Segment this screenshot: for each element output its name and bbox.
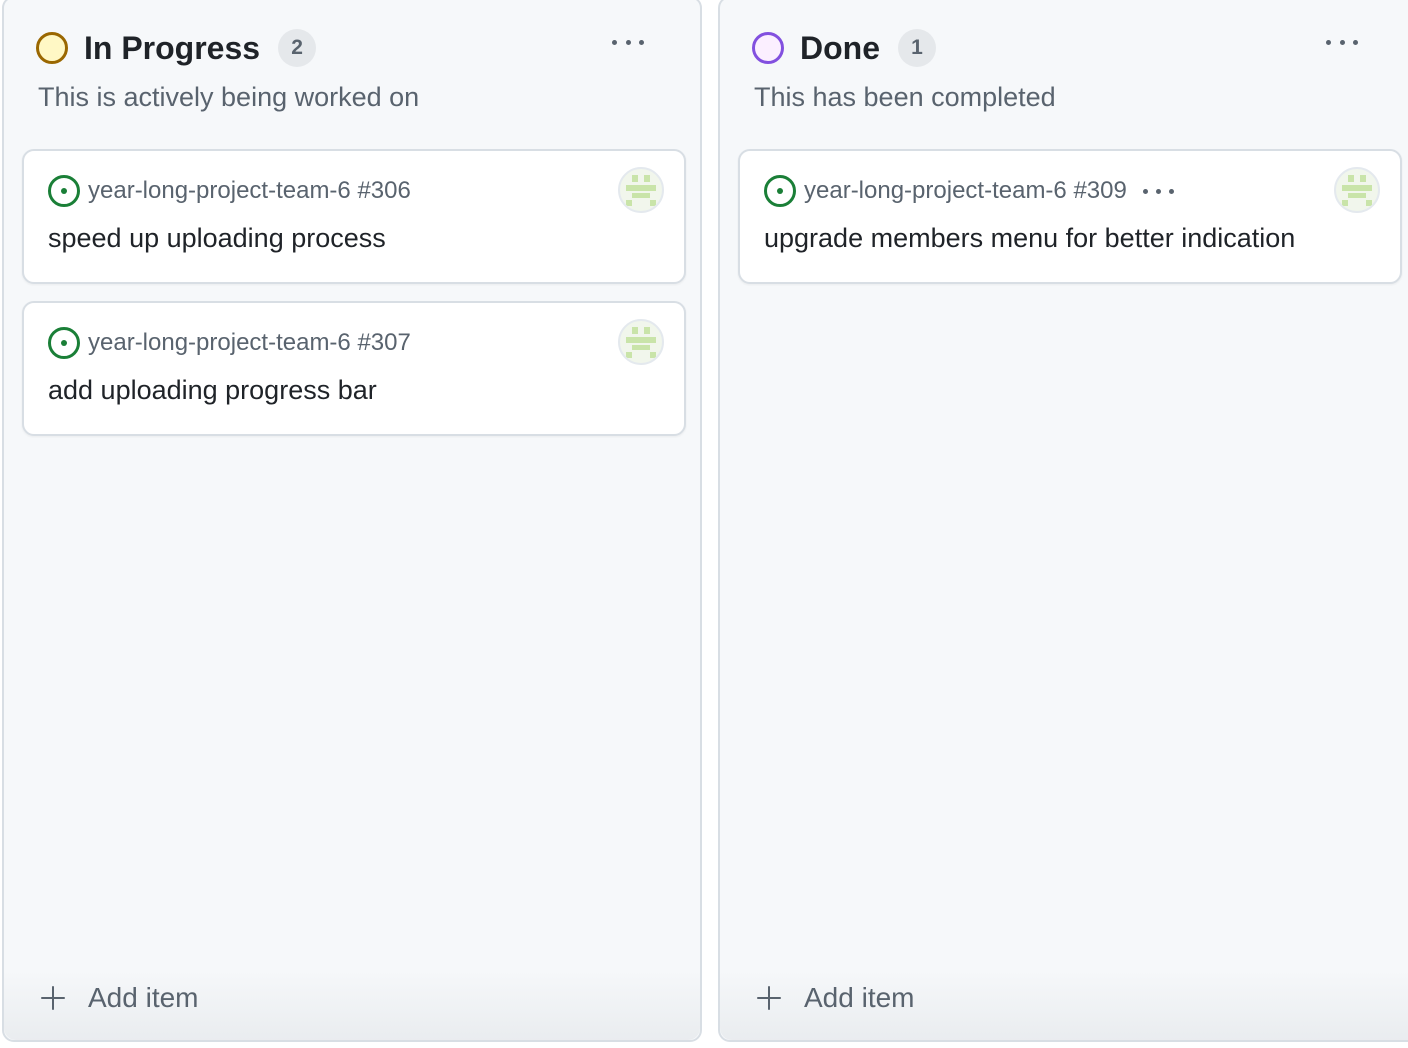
status-circle-icon <box>752 32 784 64</box>
card-meta: year-long-project-team-6 #309 <box>764 175 1174 207</box>
status-circle-icon <box>36 32 68 64</box>
add-item-button[interactable]: Add item <box>40 978 199 1018</box>
assignee-avatar[interactable] <box>618 319 664 365</box>
column-description: This is actively being worked on <box>38 82 420 112</box>
card-title[interactable]: speed up uploading process <box>48 223 386 254</box>
column-title: Done <box>800 29 880 66</box>
add-item-button[interactable]: Add item <box>756 978 915 1018</box>
column-in-progress: In Progress 2 This is actively being wor… <box>2 0 702 1042</box>
column-header: Done 1 <box>752 28 936 68</box>
column-title: In Progress <box>84 29 261 66</box>
card-meta: year-long-project-team-6 #306 <box>48 175 411 207</box>
item-count-badge: 1 <box>898 29 936 67</box>
assignee-avatar[interactable] <box>1334 167 1380 213</box>
card-meta: year-long-project-team-6 #307 <box>48 327 411 359</box>
card-item[interactable]: year-long-project-team-6 #309 upgrade me… <box>738 149 1402 284</box>
plus-icon <box>40 985 66 1011</box>
issue-opened-icon <box>764 175 796 207</box>
issue-reference-link[interactable]: year-long-project-team-6 #307 <box>88 329 411 357</box>
add-item-label: Add item <box>804 982 915 1013</box>
assignee-avatar[interactable] <box>618 167 664 213</box>
issue-opened-icon <box>48 327 80 359</box>
issue-reference-link[interactable]: year-long-project-team-6 #306 <box>88 177 411 205</box>
card-title[interactable]: upgrade members menu for better indicati… <box>764 223 1295 254</box>
issue-reference-link[interactable]: year-long-project-team-6 #309 <box>804 177 1127 205</box>
plus-icon <box>756 985 782 1011</box>
card-title[interactable]: add uploading progress bar <box>48 375 377 406</box>
issue-opened-icon <box>48 175 80 207</box>
item-count-badge: 2 <box>278 29 317 67</box>
column-menu-icon[interactable] <box>1322 32 1362 52</box>
project-board: In Progress 2 This is actively being wor… <box>0 0 1408 1048</box>
card-item[interactable]: year-long-project-team-6 #307 add upload… <box>22 301 686 436</box>
column-header: In Progress 2 <box>36 28 317 68</box>
column-done: Done 1 This has been completed year-long… <box>718 0 1408 1042</box>
column-menu-icon[interactable] <box>608 32 648 52</box>
card-menu-icon[interactable] <box>1142 175 1174 207</box>
column-description: This has been completed <box>754 82 1056 112</box>
add-item-label: Add item <box>88 982 199 1013</box>
card-item[interactable]: year-long-project-team-6 #306 speed up u… <box>22 149 686 284</box>
